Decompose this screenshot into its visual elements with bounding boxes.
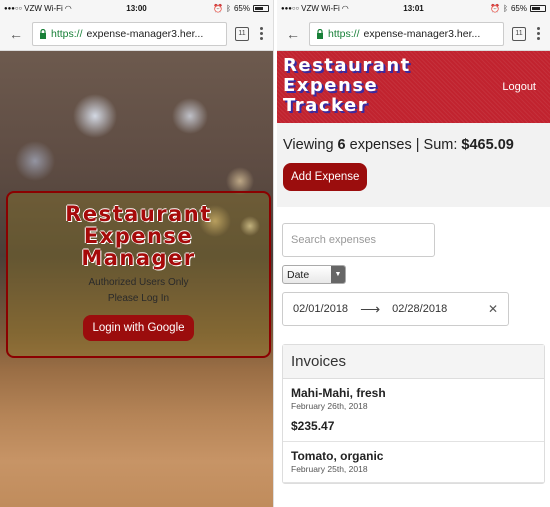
lock-icon xyxy=(40,28,46,39)
battery-icon xyxy=(530,5,546,12)
logout-link[interactable]: Logout xyxy=(502,81,536,93)
url-host: expense-manager3.her... xyxy=(363,27,481,40)
login-card: Restaurant Expense Manager Authorized Us… xyxy=(6,191,271,358)
carrier: ●●●○○ VZW Wi-Fi ◠ xyxy=(4,4,72,13)
clear-icon[interactable]: ✕ xyxy=(488,302,498,316)
more-menu-icon[interactable] xyxy=(257,27,265,40)
browser-toolbar: ← https://expense-manager3.her... 11 xyxy=(277,17,550,51)
app-title-line: Manager xyxy=(81,246,196,270)
expense-count: 6 xyxy=(337,137,346,153)
expense-list-panel: Search expenses Date ▼ 02/01/2018 ⟶ 02/2… xyxy=(277,207,550,507)
invoice-name: Mahi-Mahi, fresh xyxy=(291,386,386,400)
battery-icon xyxy=(253,5,269,12)
alarm-icon: ⏰ xyxy=(490,4,501,13)
date-range-picker[interactable]: 02/01/2018 ⟶ 02/28/2018 ✕ xyxy=(282,292,509,326)
signal-icon: ●●●○○ xyxy=(281,5,300,12)
invoice-name: Tomato, organic xyxy=(291,449,384,463)
invoices-list: Invoices Mahi-Mahi, fresh February 26th,… xyxy=(282,344,545,484)
login-note: Authorized Users Only Please Log In xyxy=(8,275,269,307)
clock: 13:01 xyxy=(403,4,424,13)
back-arrow-icon[interactable]: ← xyxy=(8,26,24,42)
app-title-line: Expense xyxy=(83,224,194,248)
bluetooth-icon: ᛒ xyxy=(503,4,508,13)
login-prompt: Please Log In xyxy=(107,293,170,304)
expenses-screen: ●●●○○ VZW Wi-Fi ◠ 13:01 ⏰ ᛒ 65% ← https:… xyxy=(277,0,550,507)
search-input[interactable]: Search expenses xyxy=(282,223,435,257)
sort-select-value: Date xyxy=(287,268,310,281)
add-expense-button[interactable]: Add Expense xyxy=(283,163,368,191)
address-bar[interactable]: https://expense-manager3.her... xyxy=(309,21,504,46)
login-with-google-button[interactable]: Login with Google xyxy=(83,315,194,341)
carrier-label: VZW Wi-Fi xyxy=(24,4,63,13)
app-header: Restaurant Expense Tracker Logout xyxy=(277,51,550,123)
authorized-note: Authorized Users Only xyxy=(88,277,189,288)
summary-middle: expenses | Sum: xyxy=(345,137,462,153)
chevron-down-icon: ▼ xyxy=(331,266,345,283)
invoice-date: February 25th, 2018 xyxy=(291,464,368,474)
login-screen: ●●●○○ VZW Wi-Fi ◠ 13:00 ⏰ ᛒ 65% ← https:… xyxy=(0,0,274,507)
app-title: Restaurant Expense Manager xyxy=(8,203,269,269)
expense-summary: Viewing 6 expenses | Sum: $465.09 Add Ex… xyxy=(277,123,550,201)
tab-switcher-button[interactable]: 11 xyxy=(235,26,249,41)
wifi-icon: ◠ xyxy=(341,4,349,13)
alarm-icon: ⏰ xyxy=(213,4,224,13)
invoices-heading: Invoices xyxy=(283,345,544,379)
carrier: ●●●○○ VZW Wi-Fi ◠ xyxy=(281,4,349,13)
start-date[interactable]: 02/01/2018 xyxy=(293,303,348,315)
battery-percent: 65% xyxy=(510,4,527,13)
tab-switcher-button[interactable]: 11 xyxy=(512,26,526,41)
url-scheme: https:// xyxy=(328,27,360,40)
status-bar: ●●●○○ VZW Wi-Fi ◠ 13:01 ⏰ ᛒ 65% xyxy=(277,0,550,17)
clock: 13:00 xyxy=(126,4,147,13)
summary-prefix: Viewing xyxy=(283,137,338,153)
carrier-label: VZW Wi-Fi xyxy=(301,4,340,13)
end-date[interactable]: 02/28/2018 xyxy=(392,303,447,315)
app-title-line: Restaurant xyxy=(65,202,212,226)
list-item[interactable]: Tomato, organic February 25th, 2018 xyxy=(283,442,544,483)
browser-toolbar: ← https://expense-manager3.her... 11 xyxy=(0,17,273,51)
app-title-line: Tracker xyxy=(283,95,369,116)
more-menu-icon[interactable] xyxy=(534,27,542,40)
signal-icon: ●●●○○ xyxy=(4,5,23,12)
invoice-amount: $235.47 xyxy=(291,419,335,433)
address-bar[interactable]: https://expense-manager3.her... xyxy=(32,21,227,46)
summary-text: Viewing 6 expenses | Sum: $465.09 xyxy=(283,137,544,153)
expense-sum: $465.09 xyxy=(461,137,514,153)
lock-icon xyxy=(317,28,323,39)
invoice-date: February 26th, 2018 xyxy=(291,401,368,411)
sort-select[interactable]: Date ▼ xyxy=(282,265,346,284)
wifi-icon: ◠ xyxy=(64,4,72,13)
list-item[interactable]: Mahi-Mahi, fresh February 26th, 2018 $23… xyxy=(283,379,544,442)
url-host: expense-manager3.her... xyxy=(86,27,204,40)
back-arrow-icon[interactable]: ← xyxy=(285,26,301,42)
url-scheme: https:// xyxy=(51,27,83,40)
status-bar: ●●●○○ VZW Wi-Fi ◠ 13:00 ⏰ ᛒ 65% xyxy=(0,0,273,17)
app-title-line: Restaurant xyxy=(283,55,411,76)
bluetooth-icon: ᛒ xyxy=(226,4,231,13)
battery-percent: 65% xyxy=(233,4,250,13)
arrow-right-icon: ⟶ xyxy=(360,300,381,317)
